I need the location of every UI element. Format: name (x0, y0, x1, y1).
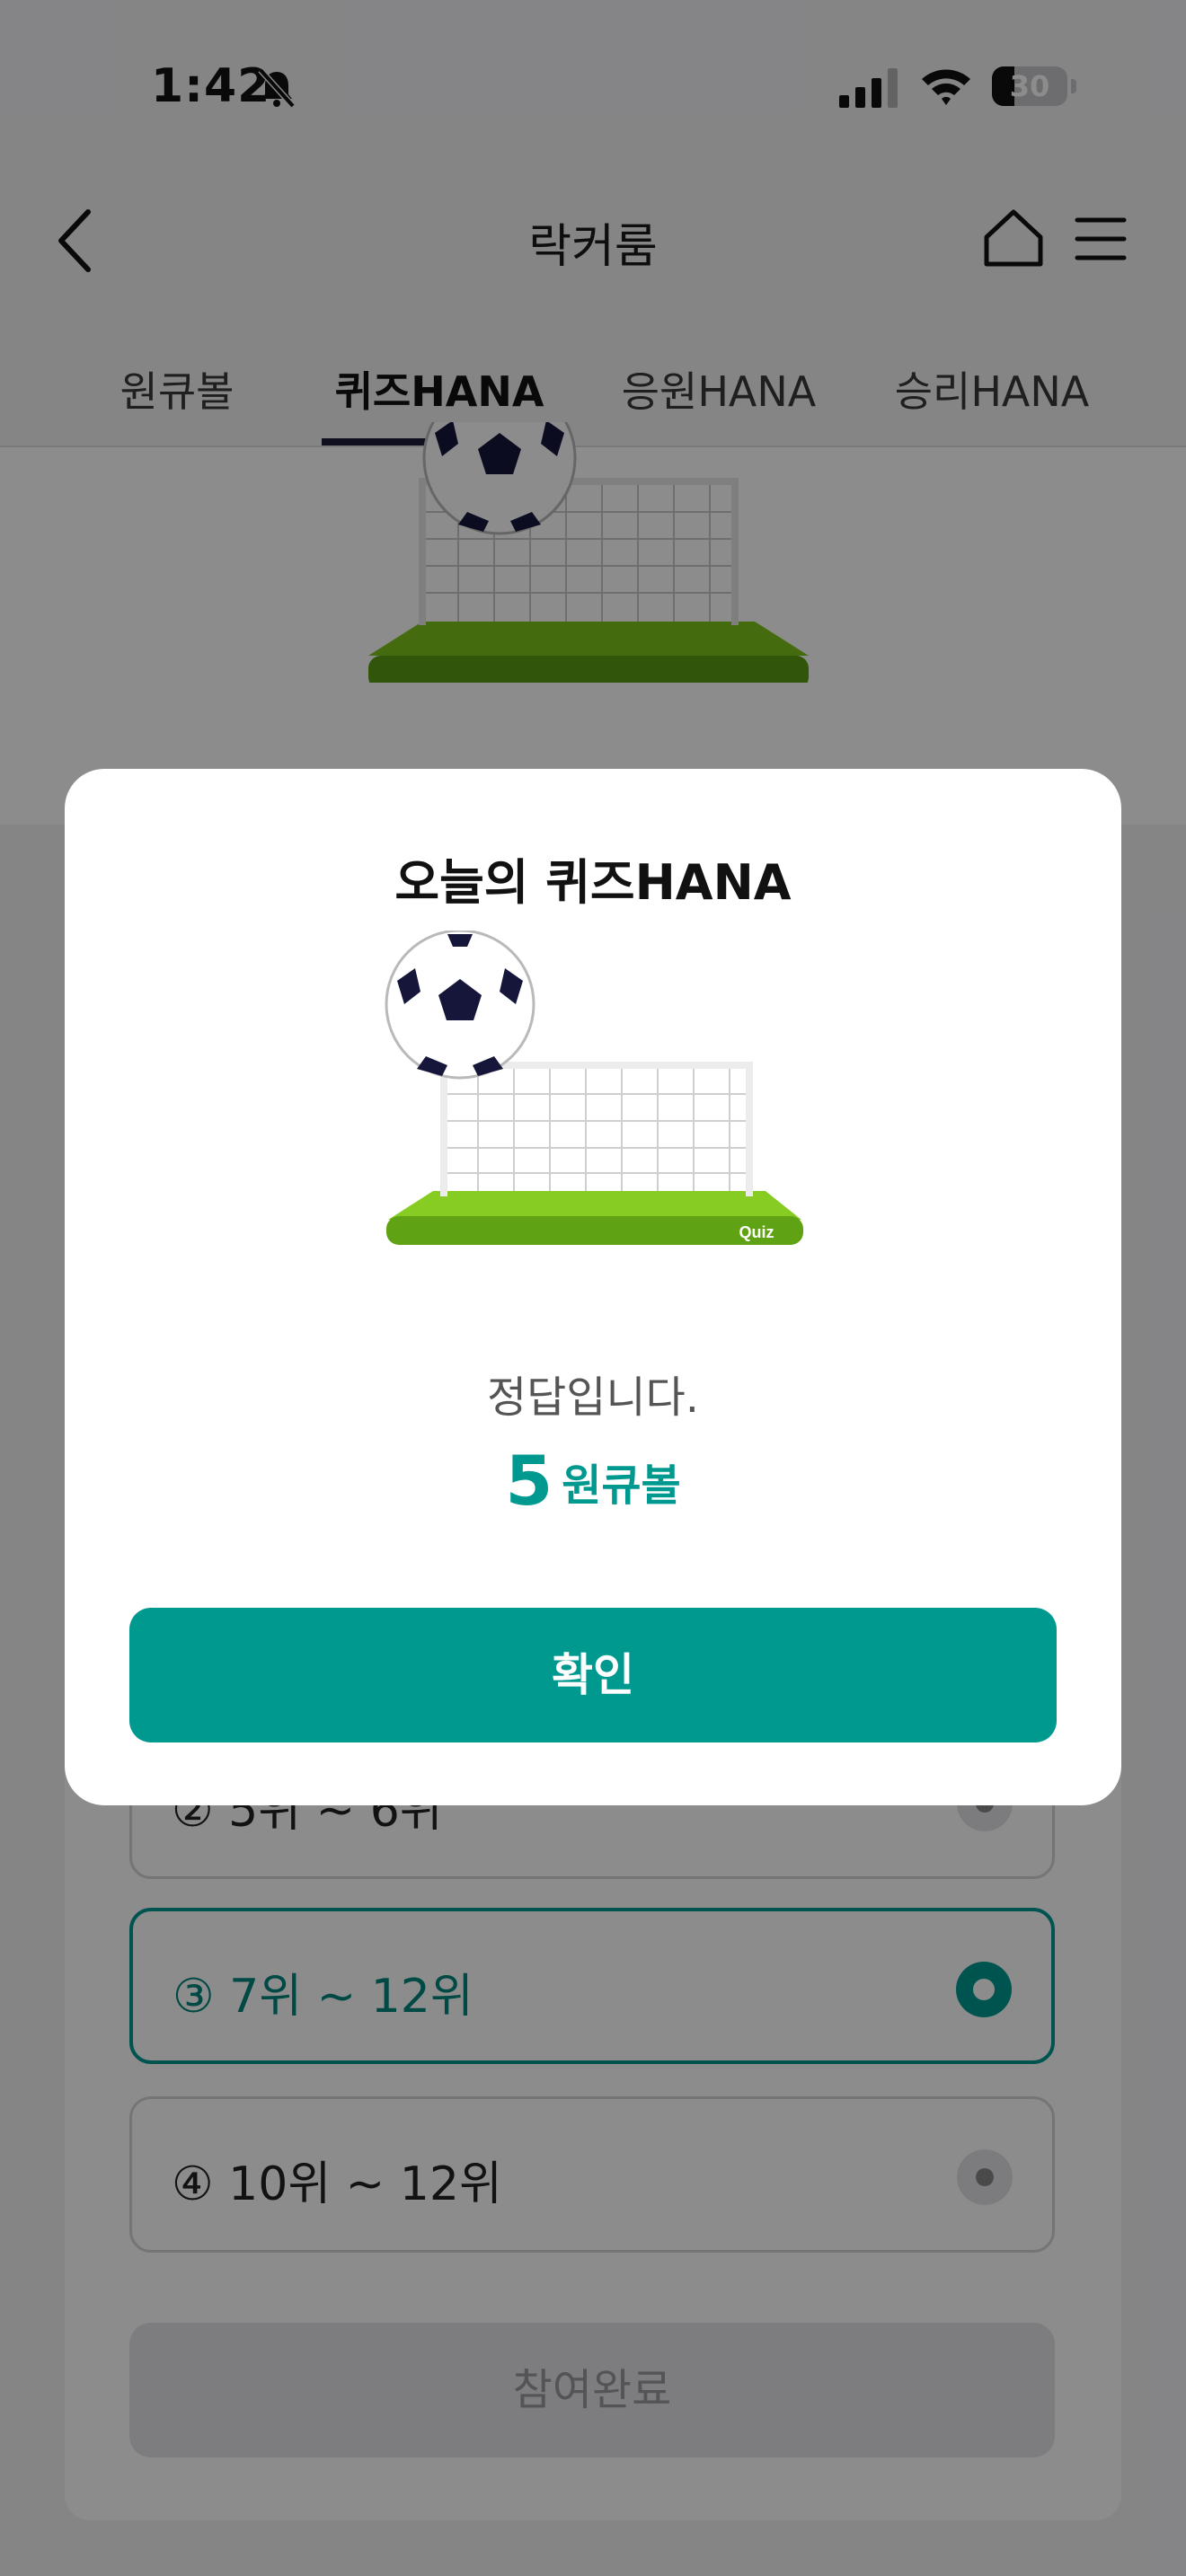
quiz-badge: Quiz (739, 1223, 774, 1241)
result-message: 정답입니다. (486, 1372, 700, 1423)
reward-display: 5 원큐볼 (65, 1441, 1121, 1521)
reward-amount: 5 (505, 1441, 553, 1521)
reward-unit: 원큐볼 (562, 1460, 681, 1511)
page: 1:42 30 락커룸 원큐볼 퀴즈HANA 응원HANA 승리HANA ② 5… (0, 0, 1186, 2576)
soccer-goal-illustration: Quiz (385, 931, 803, 1245)
confirm-button[interactable]: 확인 (129, 1608, 1057, 1742)
modal-title: 오늘의 퀴즈HANA (394, 854, 792, 911)
quiz-result-modal: 오늘의 퀴즈HANA Quiz 정답입니다. 5 원큐볼 확인 (65, 769, 1121, 1805)
